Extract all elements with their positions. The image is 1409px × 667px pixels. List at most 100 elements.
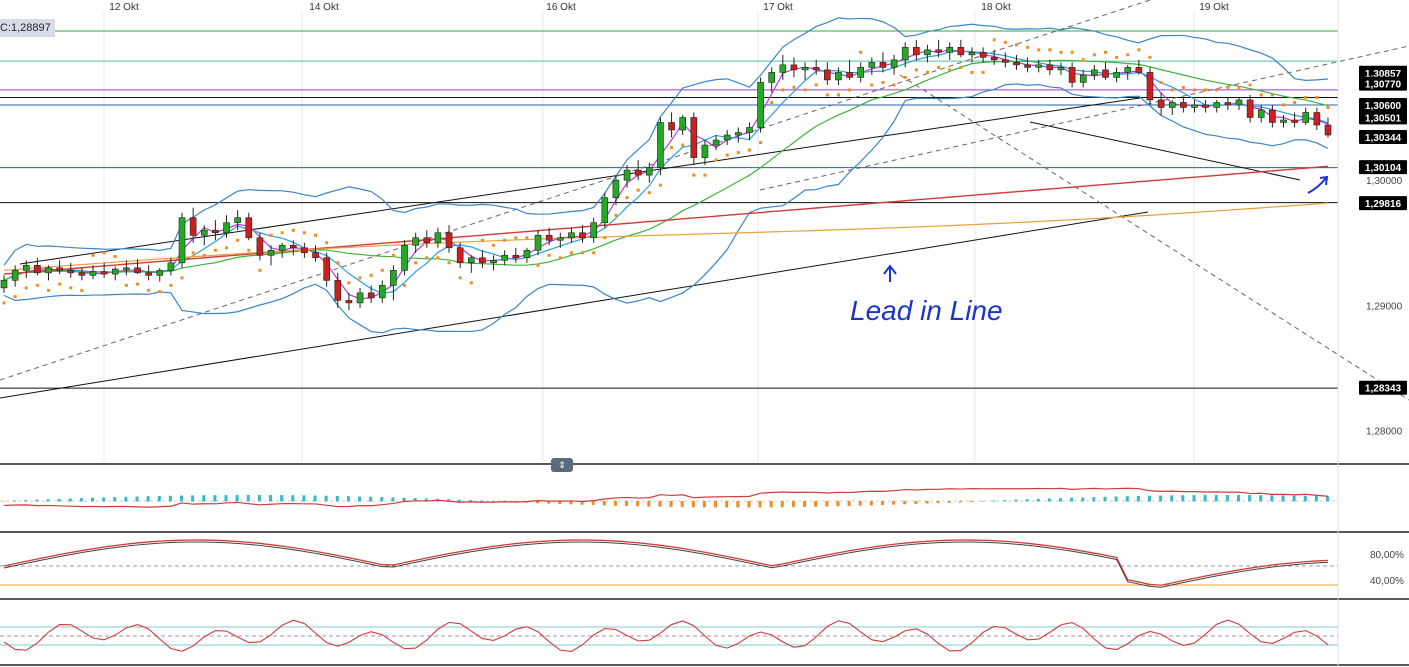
candle-body bbox=[757, 82, 764, 128]
moving-averages bbox=[3, 49, 1329, 300]
pane1-hist bbox=[102, 497, 106, 502]
pane1-hist bbox=[702, 501, 706, 508]
pane1-hist bbox=[480, 500, 484, 502]
pane1-hist bbox=[769, 501, 773, 508]
chart-canvas[interactable]: 12 Okt 14 Okt 16 Okt 17 Okt 18 Okt 19 Okt 1,3… bbox=[0, 0, 1409, 667]
candle-body bbox=[1013, 62, 1020, 66]
sar-dot bbox=[558, 256, 562, 260]
sar-dot bbox=[625, 196, 629, 200]
candle-body bbox=[1246, 99, 1254, 118]
sar-dot bbox=[614, 213, 618, 217]
candle-body bbox=[267, 249, 275, 256]
ma-fast-line bbox=[3, 49, 1329, 300]
candle-body bbox=[423, 237, 431, 244]
sar-dot bbox=[47, 288, 51, 292]
sar-dot bbox=[24, 286, 28, 290]
candle-body bbox=[890, 59, 898, 68]
sar-dot bbox=[881, 80, 885, 84]
sar-dot bbox=[436, 256, 440, 260]
sar-dot bbox=[480, 238, 484, 242]
candle-body bbox=[456, 247, 464, 264]
sar-dot bbox=[1092, 53, 1096, 57]
sar-dot bbox=[269, 233, 273, 237]
candle-body bbox=[334, 280, 342, 301]
candle-body bbox=[623, 169, 631, 181]
pane1-hist bbox=[68, 498, 72, 502]
candle-body bbox=[1302, 112, 1310, 123]
price-label-text: 1,30600 bbox=[1365, 101, 1402, 112]
candle-body bbox=[612, 179, 620, 198]
pane1-hist bbox=[79, 498, 83, 502]
sar-dot bbox=[781, 88, 785, 92]
candle-body bbox=[712, 139, 720, 146]
sar-dot bbox=[202, 253, 206, 257]
pane1-hist bbox=[836, 501, 840, 507]
pane1-hist bbox=[725, 501, 729, 508]
y-axis-ticks: 1,30000 1,29000 1,28000 bbox=[1366, 176, 1403, 438]
sar-dot bbox=[1192, 88, 1196, 92]
sar-dot bbox=[358, 276, 362, 280]
candle-body bbox=[34, 265, 41, 274]
candle-body bbox=[668, 122, 675, 131]
candle-body bbox=[289, 244, 297, 249]
pane1-hist bbox=[269, 495, 273, 502]
candle-body bbox=[913, 47, 920, 56]
price-labels: 1,308571,307701,306001,305011,303441,301… bbox=[1359, 65, 1407, 395]
candle-body bbox=[1235, 99, 1243, 106]
trendline-upper bbox=[19, 97, 1141, 265]
pane1-hist bbox=[1025, 499, 1029, 502]
candle-body bbox=[245, 217, 253, 239]
sar-dot bbox=[1226, 85, 1230, 89]
price-label-text: 1,28343 bbox=[1365, 384, 1402, 395]
sar-dot bbox=[736, 151, 740, 155]
candle-body bbox=[111, 268, 119, 275]
candle-body bbox=[278, 244, 286, 251]
pane1-hist bbox=[803, 501, 807, 507]
sar-dot bbox=[970, 70, 974, 74]
pane1-hist bbox=[1303, 495, 1307, 502]
candle-body bbox=[601, 197, 609, 224]
candle-body bbox=[56, 267, 63, 271]
sar-dot bbox=[1048, 48, 1052, 52]
sar-dot bbox=[147, 288, 151, 292]
pane1-hist bbox=[1170, 495, 1174, 502]
sar-dot bbox=[803, 88, 807, 92]
sar-dot bbox=[903, 75, 907, 79]
candle-body bbox=[434, 232, 442, 244]
candle-body bbox=[1046, 64, 1054, 71]
bollinger-lower bbox=[3, 83, 1329, 334]
candle-body bbox=[568, 232, 575, 239]
x-tick-label: 12 Okt bbox=[109, 2, 139, 13]
candle-body bbox=[857, 67, 865, 78]
candle-body bbox=[1113, 72, 1120, 78]
candle-body bbox=[467, 257, 475, 264]
sar-dot bbox=[670, 146, 674, 150]
candle-body bbox=[1224, 102, 1232, 106]
x-tick-label: 17 Okt bbox=[763, 2, 793, 13]
pane-resize-handle-icon[interactable]: ⇕ bbox=[551, 458, 573, 472]
pane1-hist bbox=[1036, 498, 1040, 502]
sar-dot bbox=[1181, 85, 1185, 89]
sar-dot bbox=[158, 290, 162, 294]
sar-dot bbox=[725, 153, 729, 157]
sar-dot bbox=[1259, 93, 1263, 97]
candle-body bbox=[212, 229, 219, 234]
candle-body bbox=[1091, 69, 1098, 76]
pane1-hist bbox=[124, 496, 128, 502]
pane1-hist bbox=[1192, 495, 1196, 502]
candle-body bbox=[545, 234, 553, 241]
sar-dot bbox=[814, 83, 818, 87]
sar-dot bbox=[403, 283, 407, 287]
pane1-hist bbox=[324, 495, 328, 502]
pane1-hist bbox=[981, 500, 985, 502]
sar-dot bbox=[458, 276, 462, 280]
pane1-hist bbox=[1236, 495, 1240, 502]
pane1-hist bbox=[1159, 495, 1163, 502]
pane1-hist bbox=[992, 500, 996, 502]
candle-body bbox=[1168, 102, 1176, 108]
candle-body bbox=[356, 292, 364, 304]
candle-body bbox=[935, 49, 942, 53]
sar-dot bbox=[447, 261, 451, 265]
pane1-hist bbox=[1103, 496, 1107, 502]
sar-dot bbox=[213, 248, 217, 252]
